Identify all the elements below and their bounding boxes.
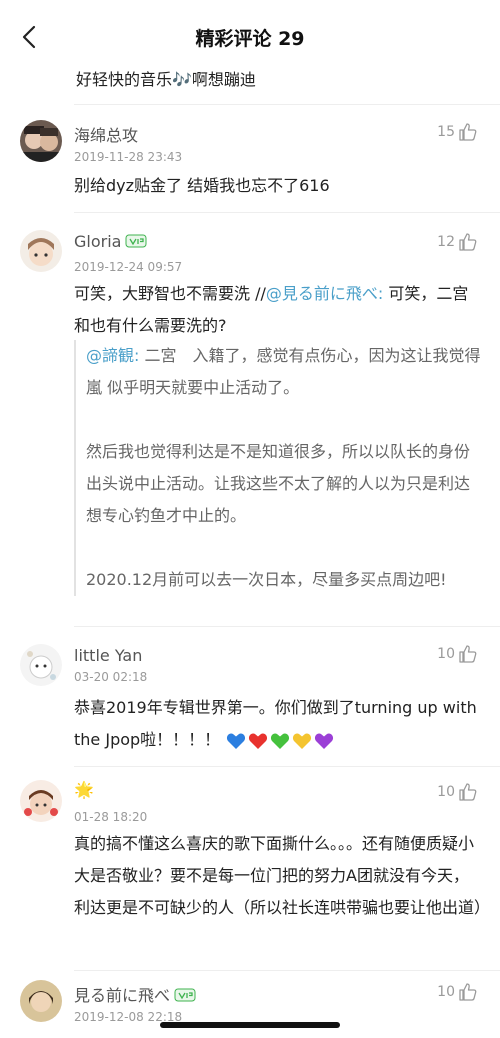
thumbs-up-icon: [459, 123, 477, 141]
like-count: 10: [437, 984, 455, 1000]
green-heart-icon: [271, 733, 290, 749]
like-count: 10: [437, 646, 455, 662]
mention-link[interactable]: @見る前に飛べ:: [266, 284, 383, 303]
page-title: 精彩评论 29: [195, 28, 305, 50]
divider: [74, 970, 500, 971]
comment-text: 别给dyz贴金了 结婚我也忘不了616: [74, 176, 330, 195]
comment-time: 01-28 18:20: [74, 810, 148, 824]
mention-link[interactable]: @諦観:: [86, 346, 139, 365]
avatar[interactable]: [20, 230, 62, 272]
username[interactable]: Gloria: [74, 232, 147, 252]
blue-heart-icon: [227, 733, 246, 749]
quoted-comment: @諦観: 二宮 入籍了，感觉有点伤心，因为这让我觉得嵐 似乎明天就要中止活动了。…: [74, 340, 482, 596]
avatar[interactable]: [20, 120, 62, 162]
comment-text-partial: 好轻快的音乐🎶啊想蹦迪: [76, 70, 256, 89]
like-button[interactable]: 12: [437, 232, 478, 252]
comment-time: 2019-12-24 09:57: [74, 260, 183, 274]
comment-text: 恭喜2019年专辑世界第一。你们做到了turning up with the J…: [74, 698, 477, 750]
divider: [74, 766, 500, 767]
like-button[interactable]: 10: [437, 782, 478, 802]
comment-item: 見る前に飛べ 2019-12-08 22:18 10: [0, 978, 500, 1038]
heart-emoji-row: [226, 732, 334, 750]
username[interactable]: 海绵总攻: [74, 122, 138, 146]
like-count: 15: [437, 124, 455, 140]
avatar[interactable]: [20, 644, 62, 686]
red-heart-icon: [249, 733, 268, 749]
vip-badge-icon: [125, 233, 147, 252]
like-button[interactable]: 15: [437, 122, 478, 142]
thumbs-up-icon: [459, 233, 477, 251]
thumbs-up-icon: [459, 645, 477, 663]
username[interactable]: little Yan: [74, 646, 142, 665]
thumbs-up-icon: [459, 983, 477, 1001]
header: 精彩评论 29: [0, 0, 500, 70]
comment-text: 可笑，大野智也不需要洗 //@見る前に飛べ: 可笑，二宫和也有什么需要洗的?: [74, 284, 469, 335]
avatar[interactable]: [20, 780, 62, 822]
avatar[interactable]: [20, 980, 62, 1022]
username[interactable]: 🌟: [74, 780, 94, 799]
comment-item: 🌟 01-28 18:20 10 真的搞不懂这么喜庆的歌下面撕什么。。。还有随便…: [0, 776, 500, 966]
divider: [74, 104, 500, 105]
divider: [74, 212, 500, 213]
comment-time: 03-20 02:18: [74, 670, 148, 684]
comment-item: 海绵总攻 2019-11-28 23:43 15 别给dyz贴金了 结婚我也忘不…: [0, 116, 500, 216]
divider: [74, 626, 500, 627]
yellow-heart-icon: [293, 733, 312, 749]
like-count: 10: [437, 784, 455, 800]
home-indicator[interactable]: [160, 1022, 340, 1028]
vip-badge-icon: [174, 987, 196, 1006]
username[interactable]: 見る前に飛べ: [74, 982, 196, 1006]
comment-item: little Yan 03-20 02:18 10 恭喜2019年专辑世界第一。…: [0, 640, 500, 760]
like-count: 12: [437, 234, 455, 250]
thumbs-up-icon: [459, 783, 477, 801]
like-button[interactable]: 10: [437, 644, 478, 664]
comment-item: Gloria 2019-12-24 09:57 12 可笑，大野智也不需要洗 /…: [0, 226, 500, 616]
like-button[interactable]: 10: [437, 982, 478, 1002]
purple-heart-icon: [315, 733, 334, 749]
comment-text: 真的搞不懂这么喜庆的歌下面撕什么。。。还有随便质疑小大是否敬业？要不是每一位门把…: [74, 834, 491, 917]
comment-time: 2019-11-28 23:43: [74, 150, 183, 164]
